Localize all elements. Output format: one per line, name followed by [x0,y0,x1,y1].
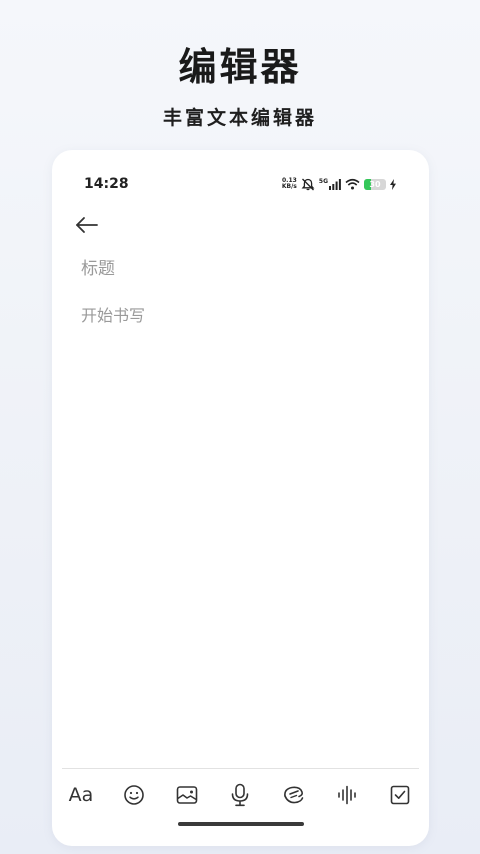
font-style-button[interactable]: Aa [64,778,98,812]
status-icons: 0.13 KB/s 5G 30 [282,176,396,192]
net-speed-unit: KB/s [281,183,297,190]
emoji-icon [124,785,144,805]
battery-icon: 30 [364,178,386,190]
wifi-icon [345,178,360,190]
audio-record-button[interactable] [330,778,364,812]
toolbar-divider [62,768,419,769]
status-time: 14:28 [84,176,129,192]
body-textarea[interactable] [81,302,401,742]
mute-bell-icon [301,178,315,191]
battery-level: 30 [369,179,381,189]
emoji-button[interactable] [117,778,151,812]
charging-icon [390,178,396,190]
back-arrow-icon[interactable] [74,212,100,238]
promo-subtitle: 丰富文本编辑器 [162,107,317,129]
voice-input-button[interactable] [223,778,257,812]
checkbox-icon [390,785,410,805]
image-icon [177,786,198,804]
image-button[interactable] [170,778,204,812]
font-style-icon: Aa [68,784,94,806]
checklist-button[interactable] [383,778,417,812]
editor-toolbar: Aa [64,778,417,812]
sketch-icon [283,786,303,804]
home-indicator[interactable] [178,822,304,826]
microphone-icon [232,783,249,807]
promo-title: 编辑器 [178,44,302,89]
network-type: 5G [318,177,328,185]
phone-screen: 14:28 0.13 KB/s 5G 30 标题 开始书写 Aa [52,150,429,846]
audio-wave-icon [337,785,356,805]
sketch-button[interactable] [277,778,311,812]
title-input[interactable] [81,259,401,279]
signal-icon: 5G [318,177,341,190]
net-speed: 0.13 KB/s [282,178,297,190]
